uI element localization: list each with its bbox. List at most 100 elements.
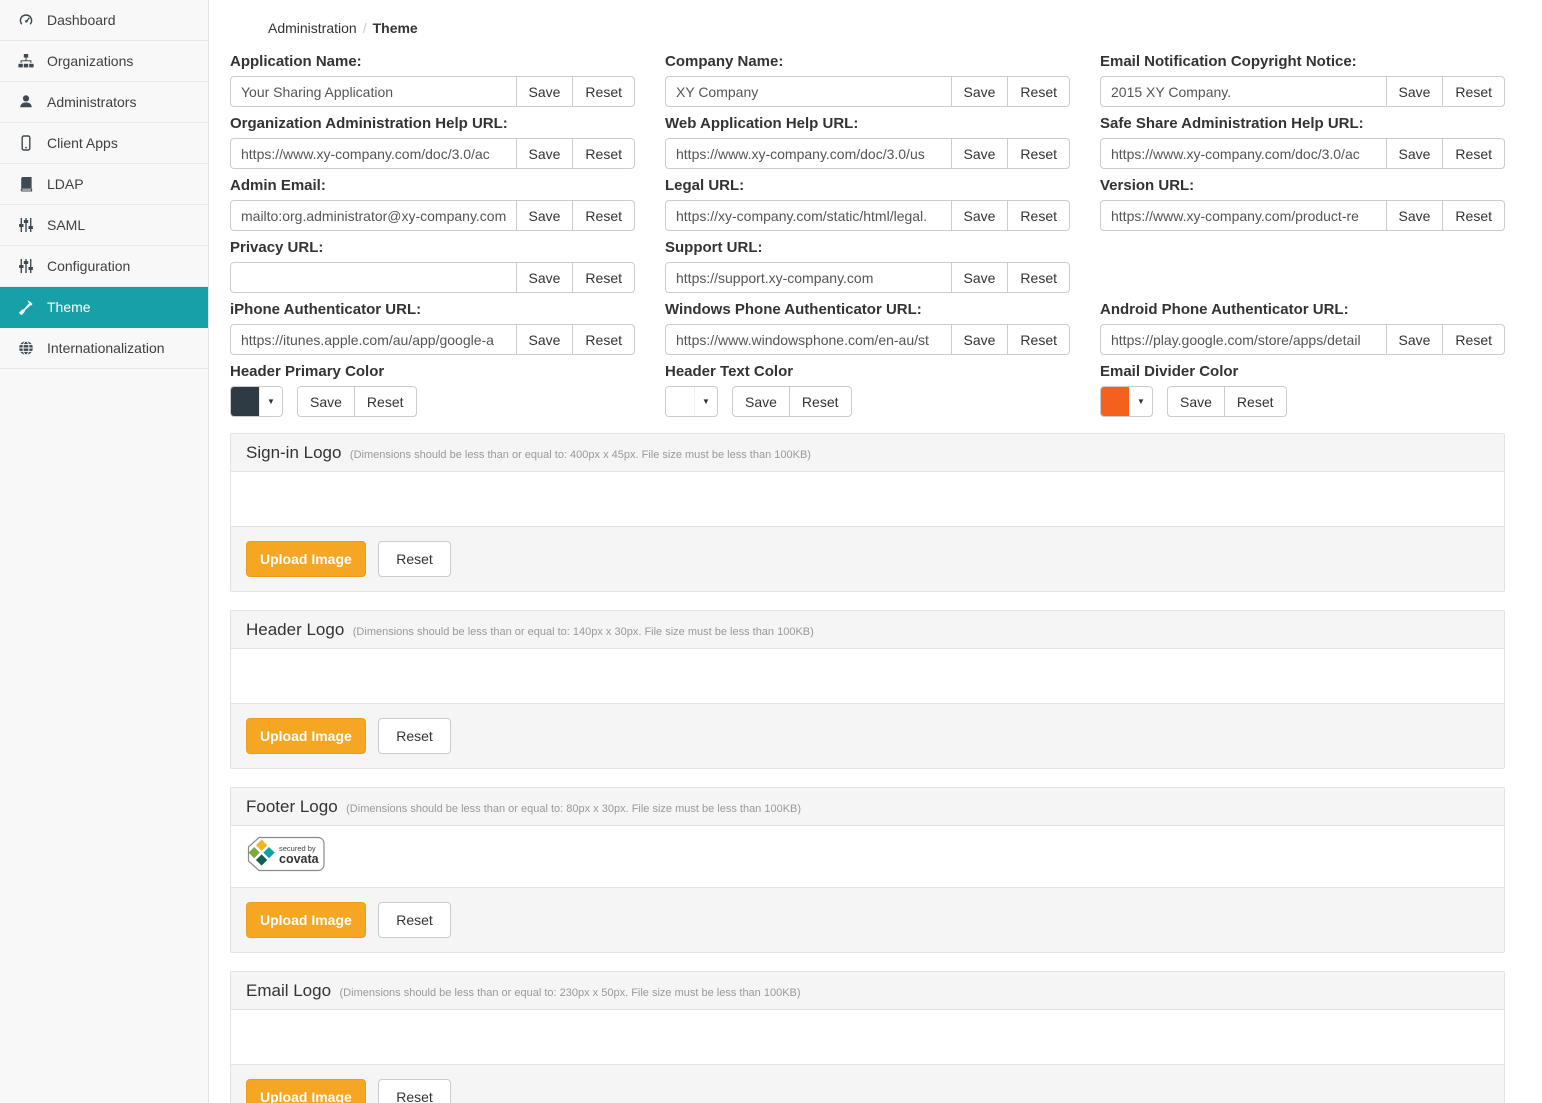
sidebar-item-theme[interactable]: Theme bbox=[0, 287, 208, 328]
save-button[interactable]: Save bbox=[1386, 138, 1444, 169]
winphone-auth-url-input[interactable] bbox=[665, 324, 952, 355]
reset-button[interactable]: Reset bbox=[378, 902, 451, 938]
save-button[interactable]: Save bbox=[951, 262, 1009, 293]
sidebar-item-label: Organizations bbox=[47, 53, 133, 69]
field-version-url: Version URL: Save Reset bbox=[1100, 177, 1505, 231]
save-button[interactable]: Save bbox=[516, 138, 574, 169]
save-button[interactable]: Save bbox=[1386, 324, 1444, 355]
field-header-primary-color: Header Primary Color ▼ Save Reset bbox=[230, 363, 635, 417]
reset-button[interactable]: Reset bbox=[1442, 138, 1505, 169]
color-swatch bbox=[1101, 387, 1129, 416]
reset-button[interactable]: Reset bbox=[789, 386, 852, 417]
save-button[interactable]: Save bbox=[516, 200, 574, 231]
sidebar-item-ldap[interactable]: LDAP bbox=[0, 164, 208, 205]
save-button[interactable]: Save bbox=[1386, 76, 1444, 107]
company-name-input[interactable] bbox=[665, 76, 952, 107]
sidebar-item-saml[interactable]: SAML bbox=[0, 205, 208, 246]
header-text-color-picker[interactable]: ▼ bbox=[665, 386, 718, 417]
field-admin-email: Admin Email: Save Reset bbox=[230, 177, 635, 231]
panel-header: Footer Logo (Dimensions should be less t… bbox=[231, 788, 1504, 826]
save-button[interactable]: Save bbox=[516, 262, 574, 293]
reset-button[interactable]: Reset bbox=[572, 76, 635, 107]
upload-image-button[interactable]: Upload Image bbox=[246, 541, 366, 577]
panel-footer: Upload Image Reset bbox=[231, 1064, 1504, 1103]
sidebar-item-internationalization[interactable]: Internationalization bbox=[0, 328, 208, 369]
android-auth-url-input[interactable] bbox=[1100, 324, 1387, 355]
sidebar-item-label: Administrators bbox=[47, 94, 136, 110]
field-label: Application Name: bbox=[230, 53, 635, 70]
field-legal-url: Legal URL: Save Reset bbox=[665, 177, 1070, 231]
footer-logo-preview: secured by covata bbox=[231, 826, 1504, 887]
reset-button[interactable]: Reset bbox=[378, 541, 451, 577]
upload-image-button[interactable]: Upload Image bbox=[246, 718, 366, 754]
breadcrumb-parent[interactable]: Administration bbox=[268, 20, 357, 36]
reset-button[interactable]: Reset bbox=[1007, 76, 1070, 107]
panel-footer: Upload Image Reset bbox=[231, 526, 1504, 591]
save-button[interactable]: Save bbox=[951, 138, 1009, 169]
save-button[interactable]: Save bbox=[516, 76, 574, 107]
web-app-help-url-input[interactable] bbox=[665, 138, 952, 169]
sidebar-item-administrators[interactable]: Administrators bbox=[0, 82, 208, 123]
sidebar-item-dashboard[interactable]: Dashboard bbox=[0, 0, 208, 41]
save-button[interactable]: Save bbox=[951, 324, 1009, 355]
sidebar-item-label: Configuration bbox=[47, 258, 130, 274]
save-button[interactable]: Save bbox=[951, 76, 1009, 107]
save-button[interactable]: Save bbox=[516, 324, 574, 355]
field-company-name: Company Name: Save Reset bbox=[665, 53, 1070, 107]
panel-title: Header Logo bbox=[246, 620, 344, 639]
legal-url-input[interactable] bbox=[665, 200, 952, 231]
field-label: Support URL: bbox=[665, 239, 1070, 256]
panel-title: Footer Logo bbox=[246, 797, 338, 816]
header-logo-preview bbox=[231, 649, 1504, 703]
application-name-input[interactable] bbox=[230, 76, 517, 107]
privacy-url-input[interactable] bbox=[230, 262, 517, 293]
reset-button[interactable]: Reset bbox=[1007, 324, 1070, 355]
sidebar-item-label: Internationalization bbox=[47, 340, 165, 356]
reset-button[interactable]: Reset bbox=[572, 324, 635, 355]
field-web-app-help-url: Web Application Help URL: Save Reset bbox=[665, 115, 1070, 169]
breadcrumb: Administration/Theme bbox=[230, 20, 1505, 36]
save-button[interactable]: Save bbox=[732, 386, 790, 417]
field-email-copyright: Email Notification Copyright Notice: Sav… bbox=[1100, 53, 1505, 107]
reset-button[interactable]: Reset bbox=[378, 1079, 451, 1103]
reset-button[interactable]: Reset bbox=[572, 200, 635, 231]
reset-button[interactable]: Reset bbox=[1007, 200, 1070, 231]
support-url-input[interactable] bbox=[665, 262, 952, 293]
iphone-auth-url-input[interactable] bbox=[230, 324, 517, 355]
reset-button[interactable]: Reset bbox=[1442, 200, 1505, 231]
save-button[interactable]: Save bbox=[297, 386, 355, 417]
save-button[interactable]: Save bbox=[1386, 200, 1444, 231]
reset-button[interactable]: Reset bbox=[1224, 386, 1287, 417]
reset-button[interactable]: Reset bbox=[1442, 324, 1505, 355]
field-label: Android Phone Authenticator URL: bbox=[1100, 301, 1505, 318]
reset-button[interactable]: Reset bbox=[1007, 138, 1070, 169]
covata-brand: covata bbox=[279, 852, 320, 866]
reset-button[interactable]: Reset bbox=[1442, 76, 1505, 107]
org-admin-help-url-input[interactable] bbox=[230, 138, 517, 169]
reset-button[interactable]: Reset bbox=[354, 386, 417, 417]
save-button[interactable]: Save bbox=[951, 200, 1009, 231]
save-button[interactable]: Save bbox=[1167, 386, 1225, 417]
field-label: Safe Share Administration Help URL: bbox=[1100, 115, 1505, 132]
reset-button[interactable]: Reset bbox=[572, 138, 635, 169]
upload-image-button[interactable]: Upload Image bbox=[246, 1079, 366, 1103]
safe-share-help-url-input[interactable] bbox=[1100, 138, 1387, 169]
reset-button[interactable]: Reset bbox=[572, 262, 635, 293]
reset-button[interactable]: Reset bbox=[378, 718, 451, 754]
header-primary-color-picker[interactable]: ▼ bbox=[230, 386, 283, 417]
field-label: Header Primary Color bbox=[230, 363, 635, 380]
email-logo-panel: Email Logo (Dimensions should be less th… bbox=[230, 971, 1505, 1103]
sidebar-item-client-apps[interactable]: Client Apps bbox=[0, 123, 208, 164]
field-label: Company Name: bbox=[665, 53, 1070, 70]
field-android-auth-url: Android Phone Authenticator URL: Save Re… bbox=[1100, 301, 1505, 355]
sidebar-item-organizations[interactable]: Organizations bbox=[0, 41, 208, 82]
reset-button[interactable]: Reset bbox=[1007, 262, 1070, 293]
panel-hint: (Dimensions should be less than or equal… bbox=[350, 449, 811, 461]
sidebar-item-configuration[interactable]: Configuration bbox=[0, 246, 208, 287]
version-url-input[interactable] bbox=[1100, 200, 1387, 231]
email-divider-color-picker[interactable]: ▼ bbox=[1100, 386, 1153, 417]
admin-email-input[interactable] bbox=[230, 200, 517, 231]
upload-image-button[interactable]: Upload Image bbox=[246, 902, 366, 938]
panel-hint: (Dimensions should be less than or equal… bbox=[340, 987, 801, 999]
email-copyright-input[interactable] bbox=[1100, 76, 1387, 107]
